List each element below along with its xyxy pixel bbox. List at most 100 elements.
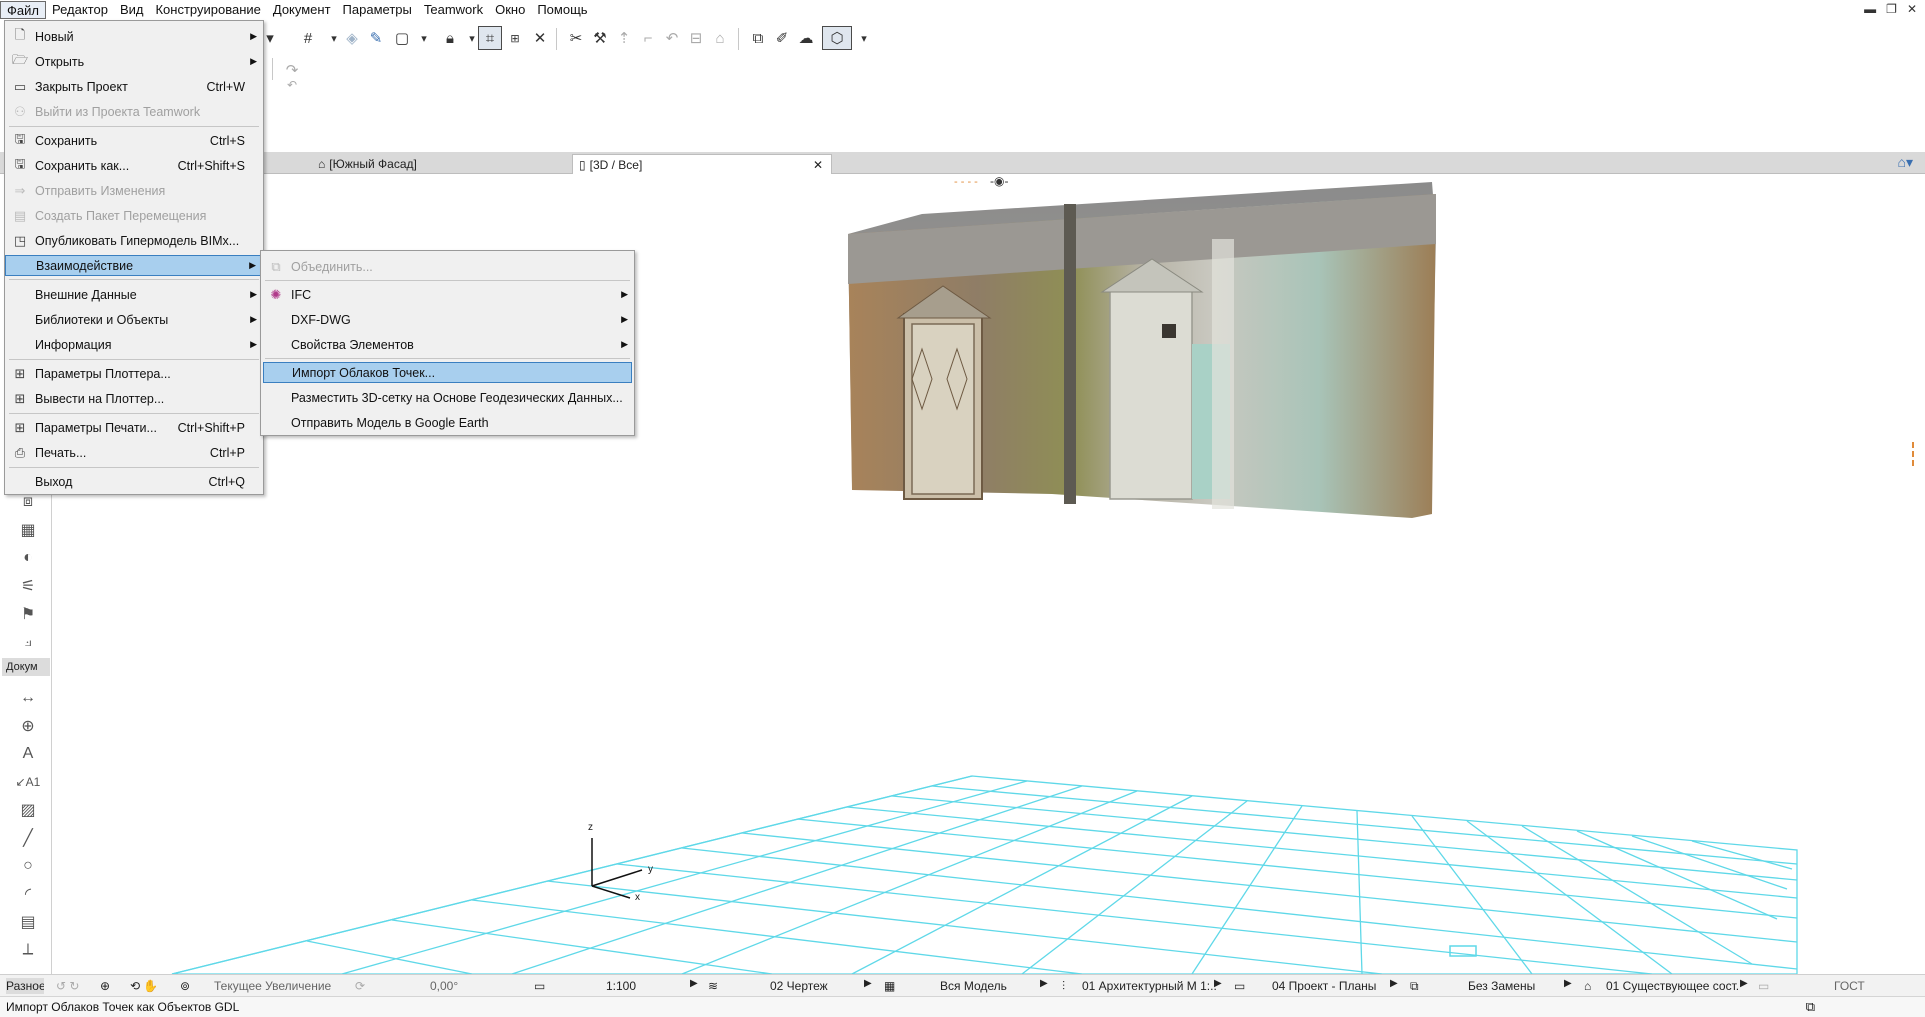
grid-snap-icon[interactable]: # [296,26,320,50]
object-tool-icon[interactable]: ⚑ [14,602,42,626]
adjust-icon[interactable]: ⚒ [588,26,612,50]
submenu-item-send-google-earth[interactable]: Отправить Модель в Google Earth [261,412,634,433]
menu-item-libraries-objects[interactable]: Библиотеки и Объекты ▶ [5,309,263,330]
submenu-item-place-survey-grid[interactable]: Разместить 3D-сетку на Основе Геодезичес… [261,387,634,408]
renovation-arrow-icon[interactable]: ▶ [1740,978,1748,989]
pen-set-arrow-icon[interactable]: ▶ [1214,978,1222,989]
zoom-field[interactable]: Текущее Увеличение [214,978,334,994]
menu-design[interactable]: Конструирование [149,1,266,19]
section-tool-icon[interactable]: ⟂ [14,938,42,962]
line-tool-icon[interactable]: ╱ [14,826,42,850]
menu-view[interactable]: Вид [114,1,150,19]
lock-icon[interactable]: 🔒︎ [438,26,462,50]
fillet-icon[interactable]: ⌐ [636,26,660,50]
submenu-item-ifc[interactable]: ✺ IFC ▶ [261,284,634,305]
fill-tool-icon[interactable]: ▨ [14,798,42,822]
status-category[interactable]: Разное [6,978,44,994]
trim-icon[interactable]: ✂ [564,26,588,50]
roof-icon[interactable]: ⌂ [708,26,732,50]
submenu-item-dxf-dwg[interactable]: DXF-DWG ▶ [261,309,634,330]
arc-tool-icon[interactable]: ◜ [14,882,42,906]
model-view-field[interactable]: Вся Модель [940,978,1040,994]
menu-item-open[interactable]: 🗁︎ Открыть ▶ [5,51,263,72]
curve-icon[interactable]: ↶ [660,26,684,50]
layers-icon[interactable]: ◈ [340,26,364,50]
menu-item-close-project[interactable]: ▭ Закрыть Проект Ctrl+W [5,76,263,97]
shell-tool-icon[interactable]: ◐ [14,546,42,570]
menu-item-print-setup[interactable]: ⊞ Параметры Печати... Ctrl+Shift+P [5,417,263,438]
offset-icon[interactable]: ⇡ [612,26,636,50]
menu-window[interactable]: Окно [489,1,531,19]
close-icon[interactable]: ✕ [813,158,823,172]
navigator-icon[interactable]: ⌂▾ [1898,154,1913,171]
mvo-arrow-icon[interactable]: ▶ [1390,978,1398,989]
axis-z-label: z [588,822,593,833]
mvo-field[interactable]: 04 Проект - Планы [1272,978,1402,994]
menu-item-plot-setup[interactable]: ⊞ Параметры Плоттера... [5,363,263,384]
label-tool-icon[interactable]: ↙A1 [14,770,42,794]
minimize-icon[interactable]: ▬ [1864,2,1876,16]
pencil-icon[interactable]: ✎ [364,26,388,50]
magic-wand-icon[interactable]: ⌗ [478,26,502,50]
group-icon[interactable]: ⧉ [746,26,770,50]
menu-item-save[interactable]: 🖫︎ Сохранить Ctrl+S [5,130,263,151]
tab-3d-all[interactable]: ▯ [3D / Все] ✕ [572,154,832,174]
dropdown-arrow-icon[interactable]: ▾ [852,26,876,50]
menu-options[interactable]: Параметры [337,1,418,19]
curtain-wall-tool-icon[interactable]: ▦ [14,518,42,542]
menu-teamwork[interactable]: Teamwork [418,1,489,19]
submenu-item-import-point-cloud[interactable]: Импорт Облаков Точек... [263,362,632,383]
undo-view-icon[interactable]: ↺ ↻ [56,978,79,994]
scale-field[interactable]: 1:100 [606,978,686,994]
menu-item-publish-bimx[interactable]: ◳ Опубликовать Гипермодель BIMx... [5,230,263,251]
menu-item-interoperability[interactable]: Взаимодействие ▶ [5,255,263,276]
angle-field[interactable]: 0,00° [430,978,500,994]
menu-item-save-as[interactable]: 🖫︎ Сохранить как... Ctrl+Shift+S [5,155,263,176]
cloud-icon[interactable]: ☁ [794,26,818,50]
submenu-item-element-properties[interactable]: Свойства Элементов ▶ [261,334,634,355]
menu-item-new[interactable]: 🗋︎ Новый ▶ [5,26,263,47]
split-icon[interactable]: ⊟ [684,26,708,50]
menu-item-plot[interactable]: ⊞ Вывести на Плоттер... [5,388,263,409]
text-tool-icon[interactable]: A [14,742,42,766]
menu-item-exit[interactable]: Выход Ctrl+Q [5,471,263,492]
point-cloud-wall [848,182,1436,518]
menu-item-external-content[interactable]: Внешние Данные ▶ [5,284,263,305]
scale-arrow-icon[interactable]: ▶ [690,978,698,989]
frame-icon[interactable]: ▢ [390,26,414,50]
orbit-icon[interactable]: ⟲ ✋ [130,978,158,994]
menu-document[interactable]: Документ [267,1,337,19]
dimension-icon[interactable]: ⊞ [503,26,527,50]
override-field[interactable]: Без Замены [1468,978,1568,994]
rotate-icon[interactable]: ⟳ [355,978,365,994]
window-toggle-icon[interactable]: ⧉ [1806,997,1815,1017]
guide-icon[interactable]: ✕ [528,26,552,50]
menu-item-print[interactable]: ⎙ Печать... Ctrl+P [5,442,263,463]
circle-tool-icon[interactable]: ○ [14,854,42,878]
menu-edit[interactable]: Редактор [46,1,114,19]
menu-file[interactable]: Файл [0,1,46,19]
3d-view-mode-icon[interactable]: ⬡ [822,26,852,50]
renovation-field[interactable]: 01 Существующее сост... [1606,978,1738,994]
level-dimension-tool-icon[interactable]: ⊕ [14,714,42,738]
brush-icon[interactable]: ✐ [770,26,794,50]
dimension-tool-icon[interactable]: ↔ [14,686,42,710]
menu-help[interactable]: Помощь [531,1,593,19]
restore-icon[interactable]: ❐ [1886,2,1897,16]
model-view-arrow-icon[interactable]: ▶ [1040,978,1048,989]
layer-combo-field[interactable]: 02 Чертеж [770,978,860,994]
pen-set-field[interactable]: 01 Архитектурный М 1:... [1082,978,1216,994]
dropdown-arrow-icon[interactable]: ▾ [412,26,436,50]
override-arrow-icon[interactable]: ▶ [1564,978,1572,989]
drawing-tool-icon[interactable]: ▤ [14,910,42,934]
layer-arrow-icon[interactable]: ▶ [864,978,872,989]
standard-field[interactable]: ГОСТ [1834,978,1884,994]
toolbox-document-section[interactable]: Докум [2,658,50,676]
zoom-icon[interactable]: ⊕ [100,978,110,994]
mesh-tool-icon[interactable]: ⟓ [14,630,42,654]
tab-south-facade[interactable]: ⌂ [Южный Фасад] [312,154,572,174]
stair-tool-icon[interactable]: ⚟ [14,574,42,598]
menu-item-info[interactable]: Информация ▶ [5,334,263,355]
zoom-window-icon[interactable]: ⊚ [180,978,190,994]
close-icon[interactable]: ✕ [1907,2,1917,16]
